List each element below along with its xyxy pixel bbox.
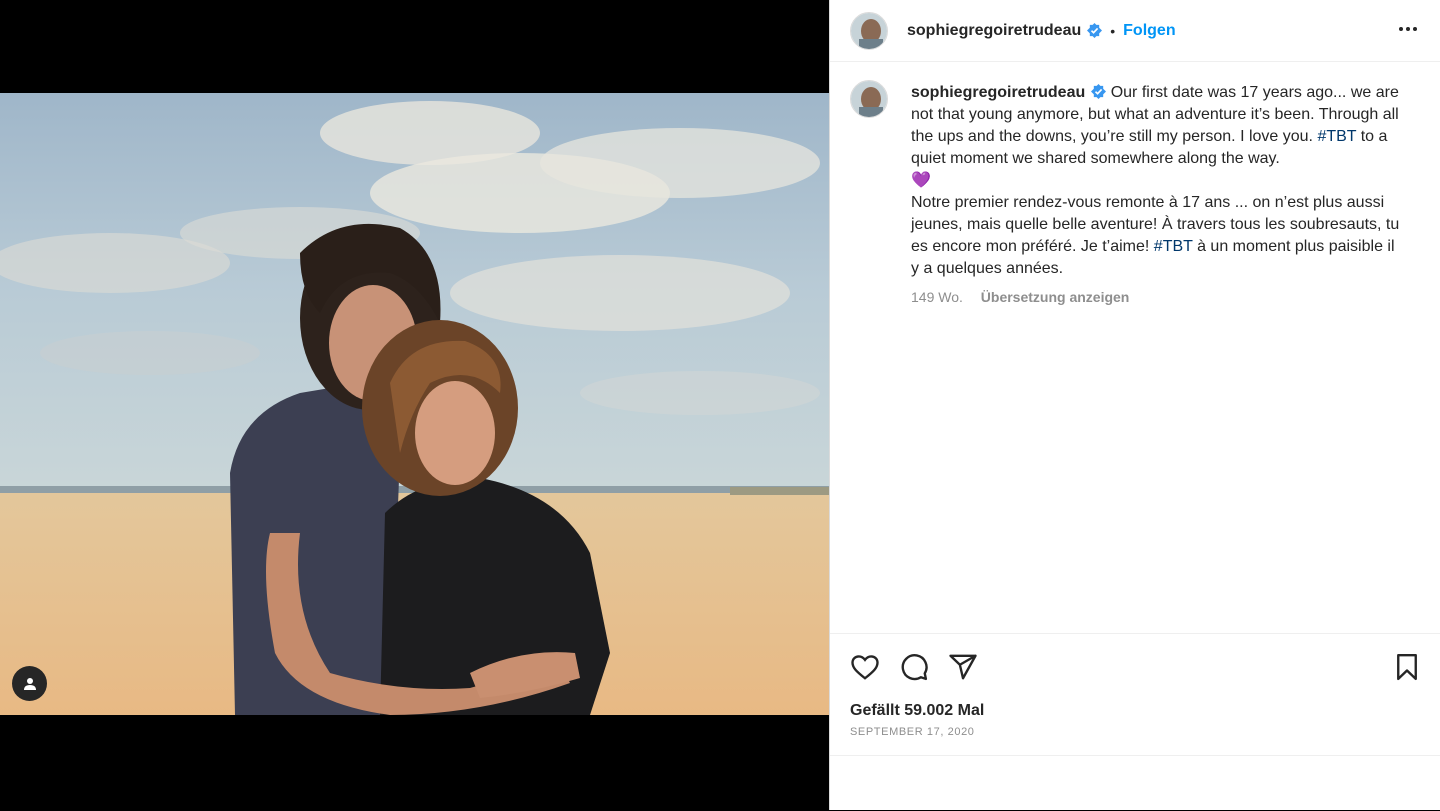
separator-dot: •: [1110, 22, 1116, 39]
share-button[interactable]: [948, 652, 978, 687]
hashtag-link[interactable]: #TBT: [1317, 128, 1356, 145]
hashtag-link[interactable]: #TBT: [1154, 238, 1193, 255]
show-translation-button[interactable]: Übersetzung anzeigen: [981, 289, 1130, 305]
caption-username[interactable]: sophiegregoiretrudeau: [911, 84, 1085, 101]
comment-area: [830, 755, 1440, 811]
more-horizontal-icon: [1399, 27, 1417, 31]
verified-badge-icon: [1087, 23, 1103, 38]
user-tag-icon: [23, 677, 36, 690]
avatar-image: [851, 12, 887, 49]
purple-heart-emoji: 💜: [911, 172, 931, 189]
avatar-image: [851, 81, 887, 117]
more-options-button[interactable]: [1398, 20, 1418, 38]
like-count[interactable]: Gefällt 59.002 Mal: [850, 702, 984, 720]
like-button[interactable]: [850, 652, 880, 687]
post-age: 149 Wo.: [911, 289, 963, 305]
avatar[interactable]: [850, 11, 888, 50]
follow-button[interactable]: Folgen: [1123, 22, 1175, 40]
heart-icon: [851, 655, 879, 680]
post-sidebar: sophiegregoiretrudeau • Folgen sophiegre…: [829, 0, 1440, 810]
comment-icon: [901, 654, 928, 681]
paper-plane-icon: [949, 654, 977, 680]
bookmark-icon: [1397, 653, 1417, 681]
caption-text: sophiegregoiretrudeau Our first date was…: [911, 82, 1401, 308]
username-link[interactable]: sophiegregoiretrudeau: [907, 22, 1081, 40]
media-pane: [0, 0, 829, 810]
post-date: SEPTEMBER 17, 2020: [850, 726, 975, 738]
save-button[interactable]: [1392, 652, 1422, 687]
tag-people-button[interactable]: [12, 666, 47, 701]
post-photo[interactable]: [0, 93, 829, 715]
comment-button[interactable]: [899, 652, 929, 687]
caption-avatar[interactable]: [850, 80, 888, 118]
caption-meta: 149 Wo. Übersetzung anzeigen: [911, 286, 1401, 308]
verified-badge-icon: [1091, 84, 1107, 99]
action-bar: Gefällt 59.002 Mal SEPTEMBER 17, 2020: [830, 633, 1440, 755]
post-header: sophiegregoiretrudeau • Folgen: [830, 0, 1440, 62]
photo-illustration: [0, 93, 829, 715]
